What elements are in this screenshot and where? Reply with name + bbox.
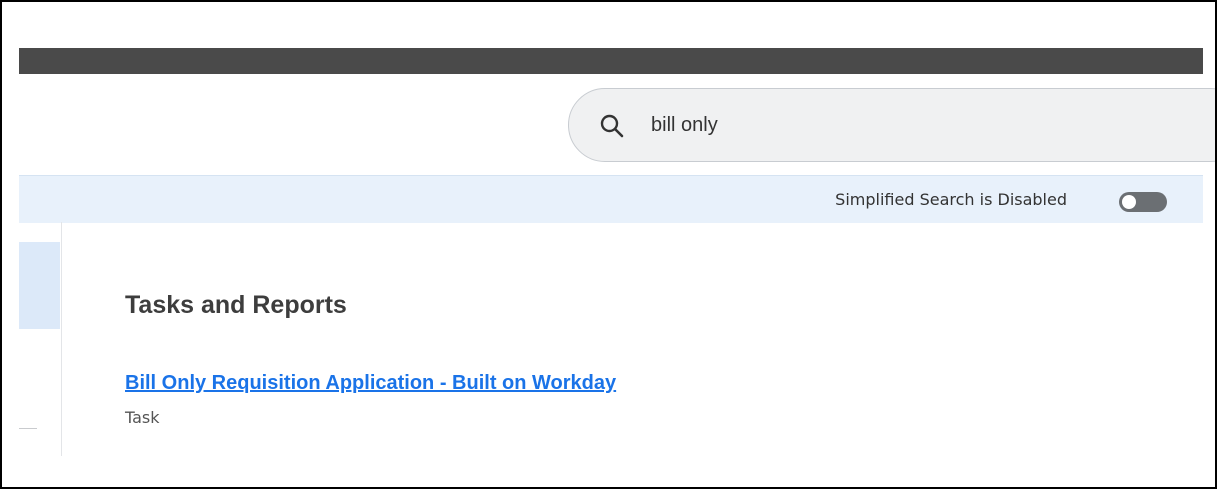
result-type: Task	[125, 408, 160, 427]
app-window: Simplified Search is Disabled Tasks and …	[0, 0, 1217, 489]
result-link[interactable]: Bill Only Requisition Application - Buil…	[125, 372, 616, 395]
sidebar-selected-item[interactable]	[19, 242, 60, 329]
search-input[interactable]	[651, 109, 1151, 141]
search-bar[interactable]	[568, 88, 1215, 162]
top-bar	[19, 48, 1203, 74]
section-title: Tasks and Reports	[125, 291, 347, 319]
simplified-search-status: Simplified Search is Disabled	[835, 190, 1067, 209]
sidebar-divider-tick	[19, 428, 37, 429]
sidebar-divider	[61, 222, 62, 456]
simplified-search-toggle[interactable]	[1119, 192, 1167, 212]
simplified-search-bar: Simplified Search is Disabled	[19, 175, 1203, 223]
search-icon[interactable]	[599, 113, 625, 139]
toggle-knob	[1122, 195, 1136, 209]
